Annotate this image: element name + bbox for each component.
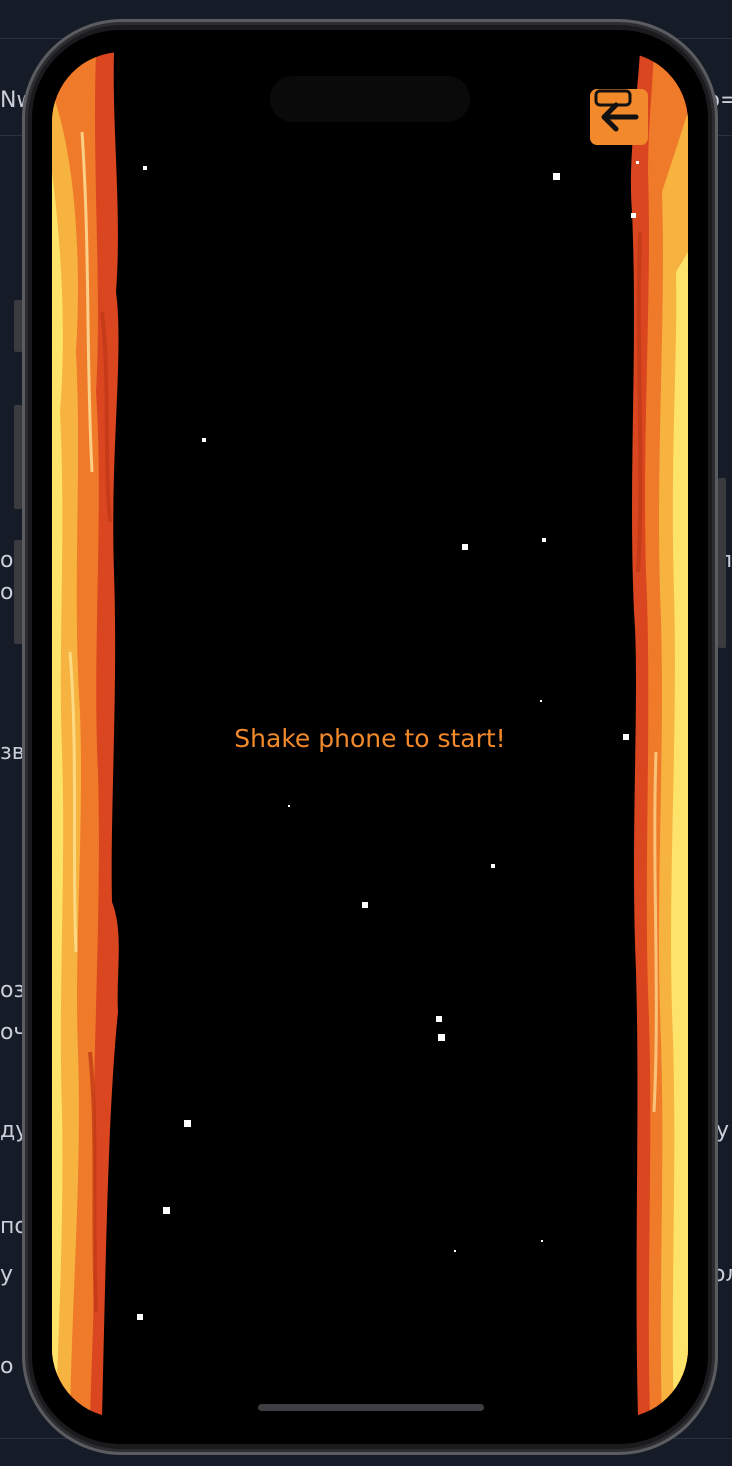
- phone-side-button: [718, 478, 726, 648]
- game-screen[interactable]: Shake phone to start!: [52, 52, 688, 1418]
- star: [202, 438, 206, 442]
- star: [491, 864, 495, 868]
- star: [436, 1016, 442, 1022]
- phone-side-button: [14, 540, 22, 644]
- home-indicator[interactable]: [258, 1404, 484, 1411]
- star: [288, 805, 290, 807]
- background-text: у: [0, 1262, 14, 1287]
- star: [541, 1240, 543, 1242]
- star: [362, 902, 368, 908]
- start-prompt: Shake phone to start!: [234, 724, 506, 753]
- star: [143, 166, 147, 170]
- star: [438, 1034, 445, 1041]
- star: [631, 213, 636, 218]
- background-text: зв: [0, 740, 25, 765]
- star: [454, 1250, 456, 1252]
- star: [462, 544, 468, 550]
- star: [542, 538, 546, 542]
- dynamic-island: [270, 76, 470, 122]
- star: [163, 1207, 170, 1214]
- background-text: о: [0, 1354, 14, 1379]
- star: [636, 161, 639, 164]
- star: [540, 700, 542, 702]
- back-button[interactable]: [590, 89, 648, 145]
- phone-side-button: [14, 405, 22, 509]
- background-text: o: [0, 548, 14, 573]
- star: [553, 173, 560, 180]
- arrow-left-icon: [594, 89, 639, 132]
- star: [137, 1314, 143, 1320]
- star: [184, 1120, 191, 1127]
- phone-side-button: [14, 300, 22, 352]
